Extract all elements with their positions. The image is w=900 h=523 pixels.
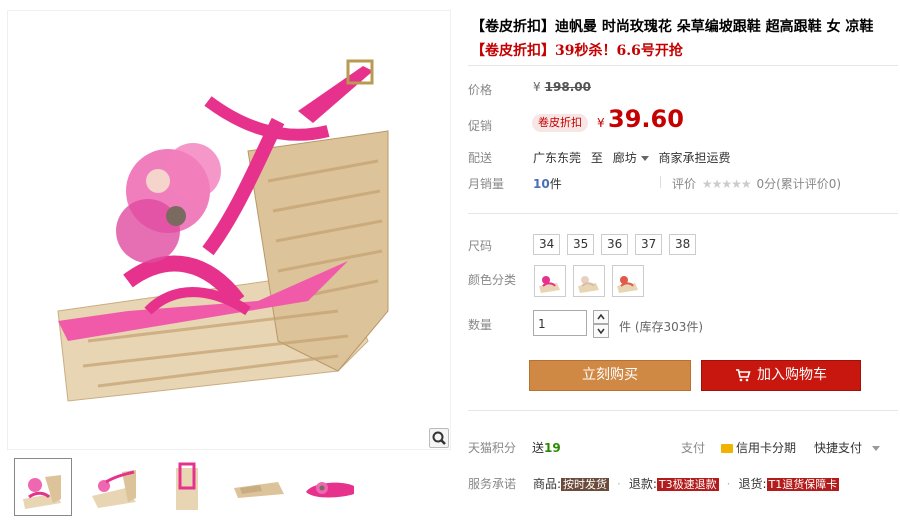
original-price-value: 198.00	[544, 80, 591, 94]
thumbnail-image	[306, 482, 354, 498]
price-label: 价格	[468, 83, 493, 97]
currency-symbol: ¥	[533, 80, 541, 94]
points-prefix: 送	[532, 441, 545, 455]
separator-dot: ·	[726, 477, 731, 491]
rating-text: 0分(累计评价0)	[756, 177, 842, 191]
chevron-down-icon	[597, 328, 605, 335]
sales-label: 月销量	[468, 177, 505, 191]
size-option-34[interactable]: 34	[533, 234, 561, 255]
shipping-label: 配送	[468, 151, 493, 165]
buy-now-button[interactable]: 立刻购买	[529, 360, 691, 391]
thumbnail-image	[176, 462, 198, 510]
thumbnail-4[interactable]	[230, 458, 288, 516]
sales-unit: 件	[549, 177, 562, 191]
card-icon	[721, 444, 734, 453]
zoom-icon	[432, 431, 446, 445]
size-option-36[interactable]: 36	[601, 234, 629, 255]
add-to-cart-button[interactable]: 加入购物车	[701, 360, 861, 391]
quantity-decrease-button[interactable]	[593, 324, 609, 338]
shipping-to-word: 至	[590, 151, 603, 165]
main-product-image[interactable]	[7, 10, 451, 450]
color-swatch-image	[617, 276, 638, 293]
promo-label: 促销	[468, 119, 493, 133]
payment-label: 支付	[681, 441, 706, 455]
thumbnail-2[interactable]	[86, 458, 144, 516]
chevron-down-icon[interactable]	[872, 446, 881, 451]
rating[interactable]: 评价 ★★★★★ 0分(累计评价0)	[672, 175, 841, 192]
quantity-unit: 件	[619, 320, 632, 334]
shipping-info: 广东东莞 至 廊坊 商家承担运费	[533, 149, 731, 166]
thumbnail-3[interactable]	[158, 458, 216, 516]
thumbnail-image	[92, 470, 136, 508]
points-label: 天猫积分	[468, 441, 517, 455]
sales-count: 10	[533, 177, 550, 191]
divider	[468, 65, 898, 66]
monthly-sales: 10件	[533, 175, 562, 192]
chevron-up-icon	[597, 313, 605, 320]
service-goods-tag[interactable]: 按时发货	[561, 478, 610, 491]
original-price: ¥198.00	[533, 80, 591, 94]
product-subtitle: 【卷皮折扣】39秒杀！6.6号开抢	[471, 43, 683, 59]
divider	[468, 410, 898, 411]
rating-label: 评价	[672, 177, 697, 191]
points-info: 送19	[532, 439, 561, 456]
product-gallery	[0, 0, 460, 523]
stock-count: (库存303件)	[634, 320, 704, 334]
color-label: 颜色分类	[468, 273, 517, 287]
thumbnail-strip	[14, 458, 454, 518]
shipping-from: 广东东莞	[533, 151, 582, 165]
color-option-coral[interactable]	[612, 265, 644, 297]
zoom-button[interactable]	[429, 428, 449, 448]
rating-stars: ★★★★★	[701, 177, 752, 191]
add-to-cart-label: 加入购物车	[757, 367, 827, 383]
divider	[660, 176, 661, 188]
color-option-pink[interactable]	[534, 265, 566, 297]
size-option-37[interactable]: 37	[635, 234, 663, 255]
payment-card-installment[interactable]: 信用卡分期	[736, 441, 796, 455]
service-refund-label: 退款:	[628, 477, 657, 491]
size-option-38[interactable]: 38	[669, 234, 697, 255]
payment-options: 支付 信用卡分期 快捷支付	[681, 439, 881, 456]
cart-icon	[736, 369, 751, 382]
thumbnail-5[interactable]	[302, 458, 360, 516]
sandal-illustration	[57, 59, 389, 402]
payment-quick[interactable]: 快捷支付	[814, 441, 862, 455]
size-label: 尺码	[468, 239, 493, 253]
color-option-beige[interactable]	[573, 265, 605, 297]
shipping-fee: 商家承担运费	[658, 151, 731, 165]
stock-info: 件 (库存303件)	[619, 318, 703, 335]
points-value: 19	[544, 441, 561, 455]
product-title: 【卷皮折扣】迪帆曼 时尚玫瑰花 朵草编坡跟鞋 超高跟鞋 女 凉鞋	[471, 19, 874, 35]
service-return-label: 退货:	[738, 477, 767, 491]
chevron-down-icon	[640, 155, 649, 161]
divider	[468, 213, 898, 214]
service-goods-label: 商品:	[533, 477, 562, 491]
product-info: 【卷皮折扣】迪帆曼 时尚玫瑰花 朵草编坡跟鞋 超高跟鞋 女 凉鞋 【卷皮折扣】3…	[466, 0, 900, 523]
promo-currency: ¥	[597, 116, 605, 130]
promo-price: 39.60	[608, 105, 684, 133]
quantity-input[interactable]: 1	[533, 310, 587, 336]
size-option-35[interactable]: 35	[567, 234, 595, 255]
color-swatch-image	[578, 276, 599, 293]
shipping-destination: 廊坊	[612, 151, 637, 165]
thumbnail-image	[234, 482, 284, 498]
separator-dot: ·	[617, 477, 621, 491]
quantity-increase-button[interactable]	[593, 310, 609, 324]
service-label: 服务承诺	[468, 477, 517, 491]
promo-tag: 卷皮折扣	[532, 114, 588, 132]
thumbnail-image	[23, 475, 61, 509]
thumbnail-1[interactable]	[14, 458, 72, 516]
shipping-destination-select[interactable]: 廊坊	[613, 151, 655, 165]
quantity-label: 数量	[468, 318, 493, 332]
service-refund-tag[interactable]: T3极速退款	[656, 478, 719, 491]
color-swatch-image	[539, 276, 560, 293]
service-return-tag[interactable]: T1退货保障卡	[766, 478, 840, 491]
service-promises: 商品: 按时发货 · 退款: T3极速退款 · 退货: T1退货保障卡	[533, 475, 840, 492]
